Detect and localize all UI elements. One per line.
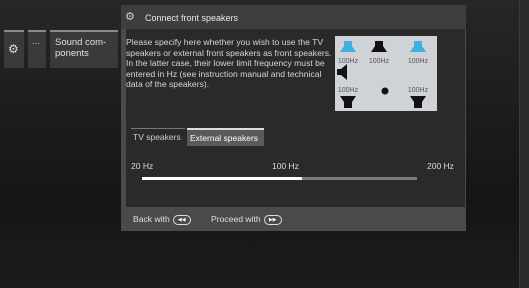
settings-menu-tile[interactable]: ⚙ xyxy=(4,30,24,68)
screen-edge xyxy=(519,0,529,288)
center-hz-label: 100Hz xyxy=(368,58,390,65)
ellipsis-menu-tile[interactable]: ... xyxy=(28,30,46,68)
front-left-hz-label: 100Hz xyxy=(337,58,359,65)
front-right-hz-label: 100Hz xyxy=(407,58,429,65)
tab-external-speakers[interactable]: External speakers xyxy=(187,128,264,146)
rewind-button-icon: ◀◀ xyxy=(172,214,191,225)
listener-position-icon xyxy=(381,87,389,95)
proceed-label: Proceed with xyxy=(211,214,261,224)
gears-icon: ⚙ xyxy=(125,11,135,23)
center-speaker-icon xyxy=(371,41,387,52)
frequency-slider[interactable] xyxy=(142,177,417,180)
speaker-layout-graphic xyxy=(337,41,426,108)
rear-right-speaker-icon xyxy=(410,96,426,108)
slider-max-label: 200 Hz xyxy=(427,161,454,171)
sound-components-tile[interactable]: Sound com- ponents xyxy=(50,30,118,68)
fast-forward-button-icon: ▶▶ xyxy=(263,214,282,225)
proceed-hint[interactable]: Proceed with ▶▶ xyxy=(211,214,282,225)
connect-front-speakers-dialog: ⚙ Connect front speakers Please specify … xyxy=(121,5,466,231)
front-left-speaker-icon xyxy=(340,41,356,52)
slider-mid-label: 100 Hz xyxy=(272,161,299,171)
dialog-title: Connect front speakers xyxy=(145,13,239,23)
gear-icon: ⚙ xyxy=(8,42,19,56)
dialog-title-bar: ⚙ Connect front speakers xyxy=(121,5,466,29)
tab-tv-speakers[interactable]: TV speakers xyxy=(131,128,185,145)
dialog-footer: Back with ◀◀ Proceed with ▶▶ xyxy=(121,207,466,231)
back-label: Back with xyxy=(133,214,170,224)
sound-components-label: Sound com- ponents xyxy=(55,37,107,59)
rear-left-hz-label: 100Hz xyxy=(337,87,359,94)
back-hint[interactable]: Back with ◀◀ xyxy=(133,214,191,225)
side-speaker-icon xyxy=(337,64,347,80)
rear-left-speaker-icon xyxy=(340,96,356,108)
speaker-diagram: 100Hz 100Hz 100Hz 100Hz 100Hz xyxy=(335,36,437,111)
dialog-description: Please specify here whether you wish to … xyxy=(126,37,332,90)
ellipsis-label: ... xyxy=(32,36,40,46)
front-right-speaker-icon xyxy=(410,41,426,52)
rear-right-hz-label: 100Hz xyxy=(407,87,429,94)
slider-min-label: 20 Hz xyxy=(131,161,154,171)
frequency-slider-fill xyxy=(142,177,302,180)
